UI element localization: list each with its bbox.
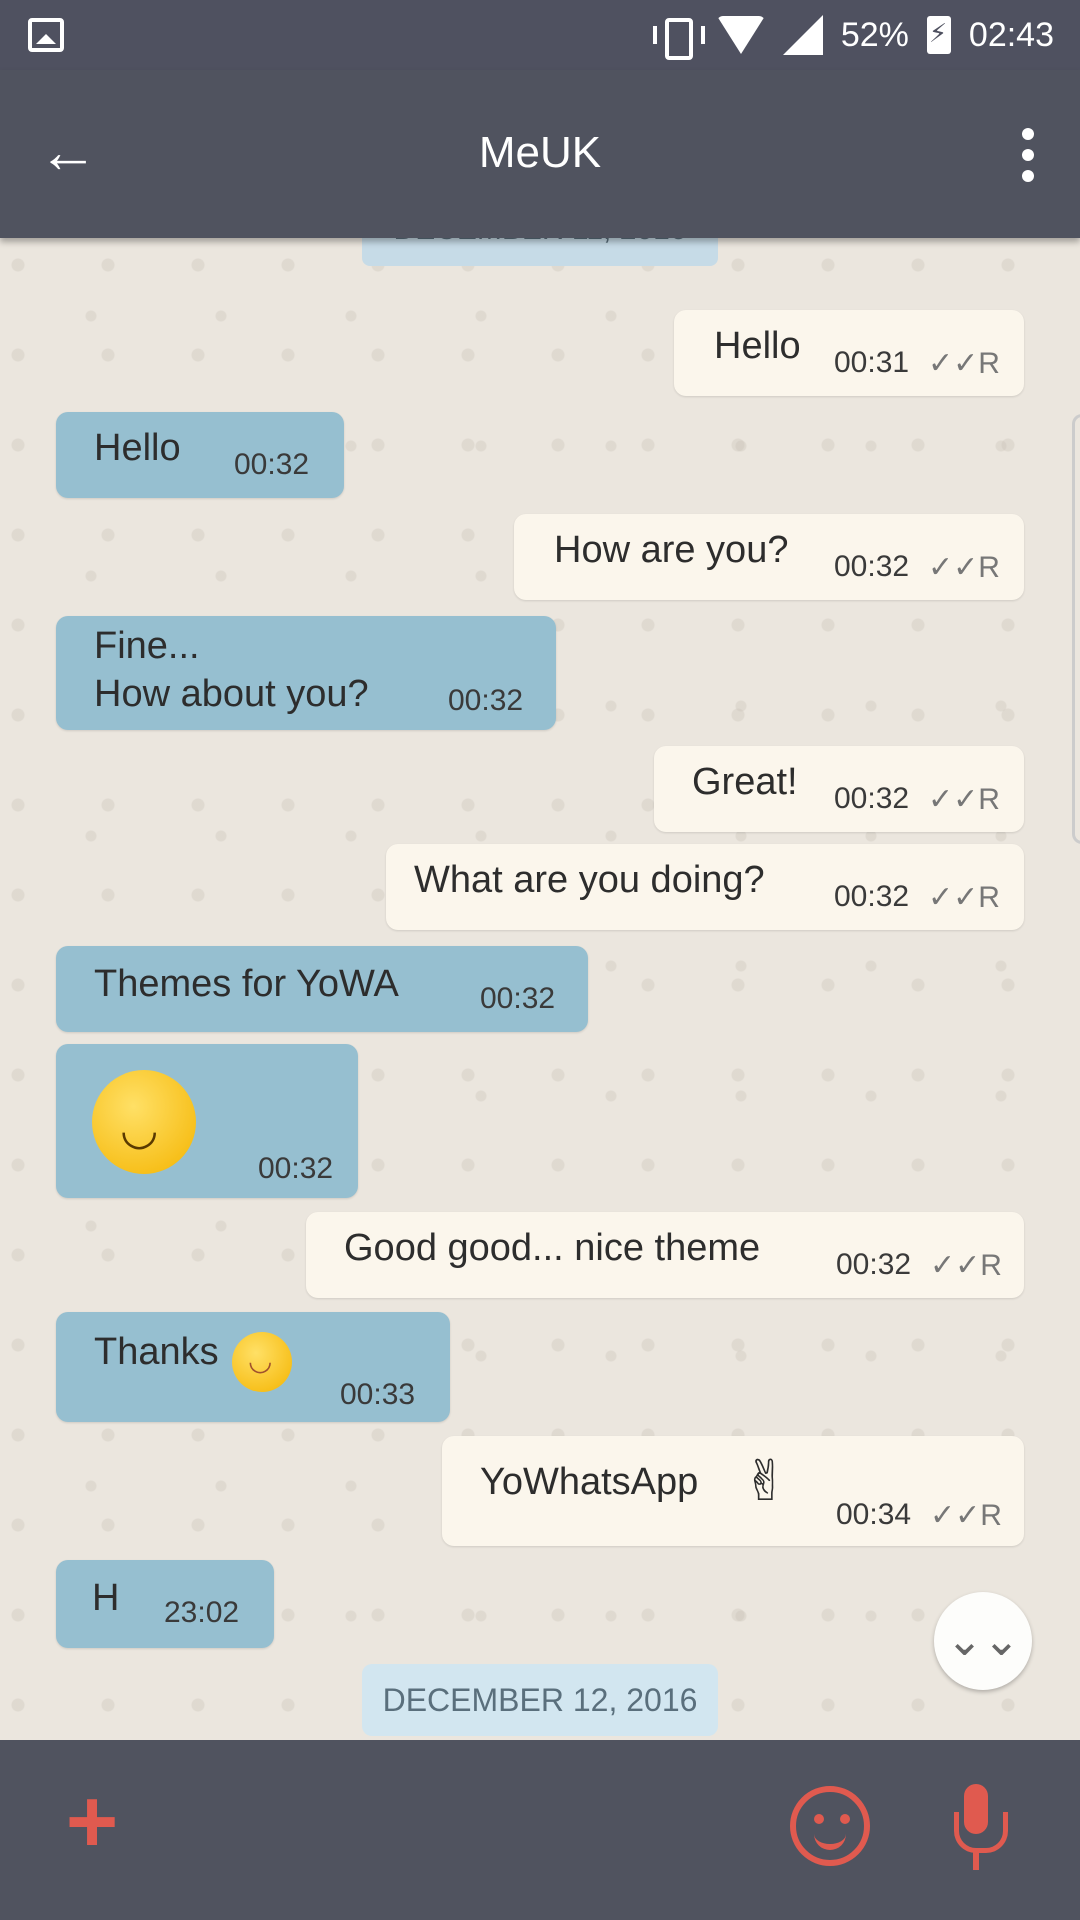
battery-percent: 52%: [840, 15, 909, 54]
victory-hand-emoji-icon: ✌: [742, 1449, 789, 1512]
incoming-message[interactable]: Fine... How about you? 00:32: [56, 616, 556, 730]
message-time: 00:33: [340, 1378, 416, 1411]
message-time: 00:31: [834, 346, 910, 379]
wink-emoji-icon: [92, 1070, 196, 1174]
image-notification-icon: [28, 18, 64, 52]
incoming-message[interactable]: Hello 00:32: [56, 412, 344, 498]
vibrate-icon: [651, 16, 705, 60]
message-time: 00:32: [480, 982, 556, 1015]
app-bar: ← MeUK: [0, 70, 1080, 238]
emoji-button[interactable]: [790, 1786, 870, 1866]
incoming-emoji-message[interactable]: 00:32: [56, 1044, 358, 1198]
incoming-message[interactable]: Thanks 00:33: [56, 1312, 450, 1422]
dot-icon: [1022, 170, 1034, 182]
message-time: 00:34: [836, 1498, 912, 1531]
read-status: ✓✓R: [928, 551, 1000, 584]
message-text: Themes for YoWA: [94, 963, 399, 1005]
outgoing-message[interactable]: Good good... nice theme 00:32 ✓✓R: [306, 1212, 1024, 1298]
message-time: 00:32: [834, 782, 910, 815]
outgoing-message[interactable]: Hello 00:31 ✓✓R: [674, 310, 1024, 396]
message-text: What are you doing?: [414, 859, 765, 901]
message-text: How are you?: [554, 529, 789, 571]
message-text: Great!: [692, 761, 798, 803]
date-chip: DECEMBER 12, 2016: [362, 1664, 718, 1736]
outgoing-message[interactable]: YoWhatsApp ✌ 00:34 ✓✓R: [442, 1436, 1024, 1546]
wifi-icon: [716, 16, 765, 54]
message-time: 00:32: [234, 448, 310, 481]
voice-record-button[interactable]: [950, 1784, 1008, 1872]
message-time: 00:32: [836, 1248, 912, 1281]
outgoing-message[interactable]: How are you? 00:32 ✓✓R: [514, 514, 1024, 600]
dot-icon: [1022, 149, 1034, 161]
more-options-button[interactable]: [1016, 128, 1040, 184]
message-text: H: [92, 1577, 120, 1619]
message-text: YoWhatsApp: [480, 1461, 699, 1503]
signal-icon: [782, 15, 823, 55]
input-bar: +: [0, 1740, 1080, 1920]
dot-icon: [1022, 128, 1034, 140]
read-status: ✓✓R: [930, 1499, 1002, 1532]
attach-button[interactable]: +: [56, 1777, 128, 1867]
message-text: Thanks: [94, 1331, 219, 1373]
message-text: Good good... nice theme: [344, 1227, 761, 1269]
read-status: ✓✓R: [930, 1249, 1002, 1282]
status-indicators: 52% 02:43: [651, 0, 1054, 70]
battery-charging-icon: [926, 16, 951, 54]
message-text: Fine... How about you?: [94, 625, 369, 715]
read-status: ✓✓R: [928, 347, 1000, 380]
message-time: 00:32: [448, 684, 524, 717]
status-bar: 52% 02:43: [0, 0, 1080, 70]
plus-icon: +: [65, 1772, 119, 1872]
message-time: 00:32: [834, 550, 910, 583]
message-text: Hello: [714, 325, 801, 367]
read-status: ✓✓R: [928, 783, 1000, 816]
incoming-message[interactable]: Themes for YoWA 00:32: [56, 946, 588, 1032]
microphone-icon: [973, 1848, 979, 1870]
message-time: 00:32: [258, 1152, 334, 1185]
incoming-message[interactable]: H 23:02: [56, 1560, 274, 1648]
chat-title[interactable]: MeUK: [0, 128, 1080, 178]
chat-area[interactable]: DECEMBER 11, 2016 Hello 00:31 ✓✓R Hello …: [0, 238, 1080, 1740]
message-time: 00:32: [834, 880, 910, 913]
read-status: ✓✓R: [928, 881, 1000, 914]
outgoing-message[interactable]: Great! 00:32 ✓✓R: [654, 746, 1024, 832]
message-text: Hello: [94, 427, 181, 469]
outgoing-message[interactable]: What are you doing? 00:32 ✓✓R: [386, 844, 1024, 930]
smile-emoji-icon: [232, 1332, 292, 1392]
edge-panel-handle[interactable]: [1072, 414, 1080, 844]
message-time: 23:02: [164, 1596, 240, 1629]
double-chevron-down-icon: ⌄⌄: [946, 1616, 1020, 1665]
clock: 02:43: [968, 15, 1054, 54]
scroll-to-bottom-button[interactable]: ⌄⌄: [934, 1592, 1032, 1690]
date-chip: DECEMBER 11, 2016: [362, 238, 718, 266]
